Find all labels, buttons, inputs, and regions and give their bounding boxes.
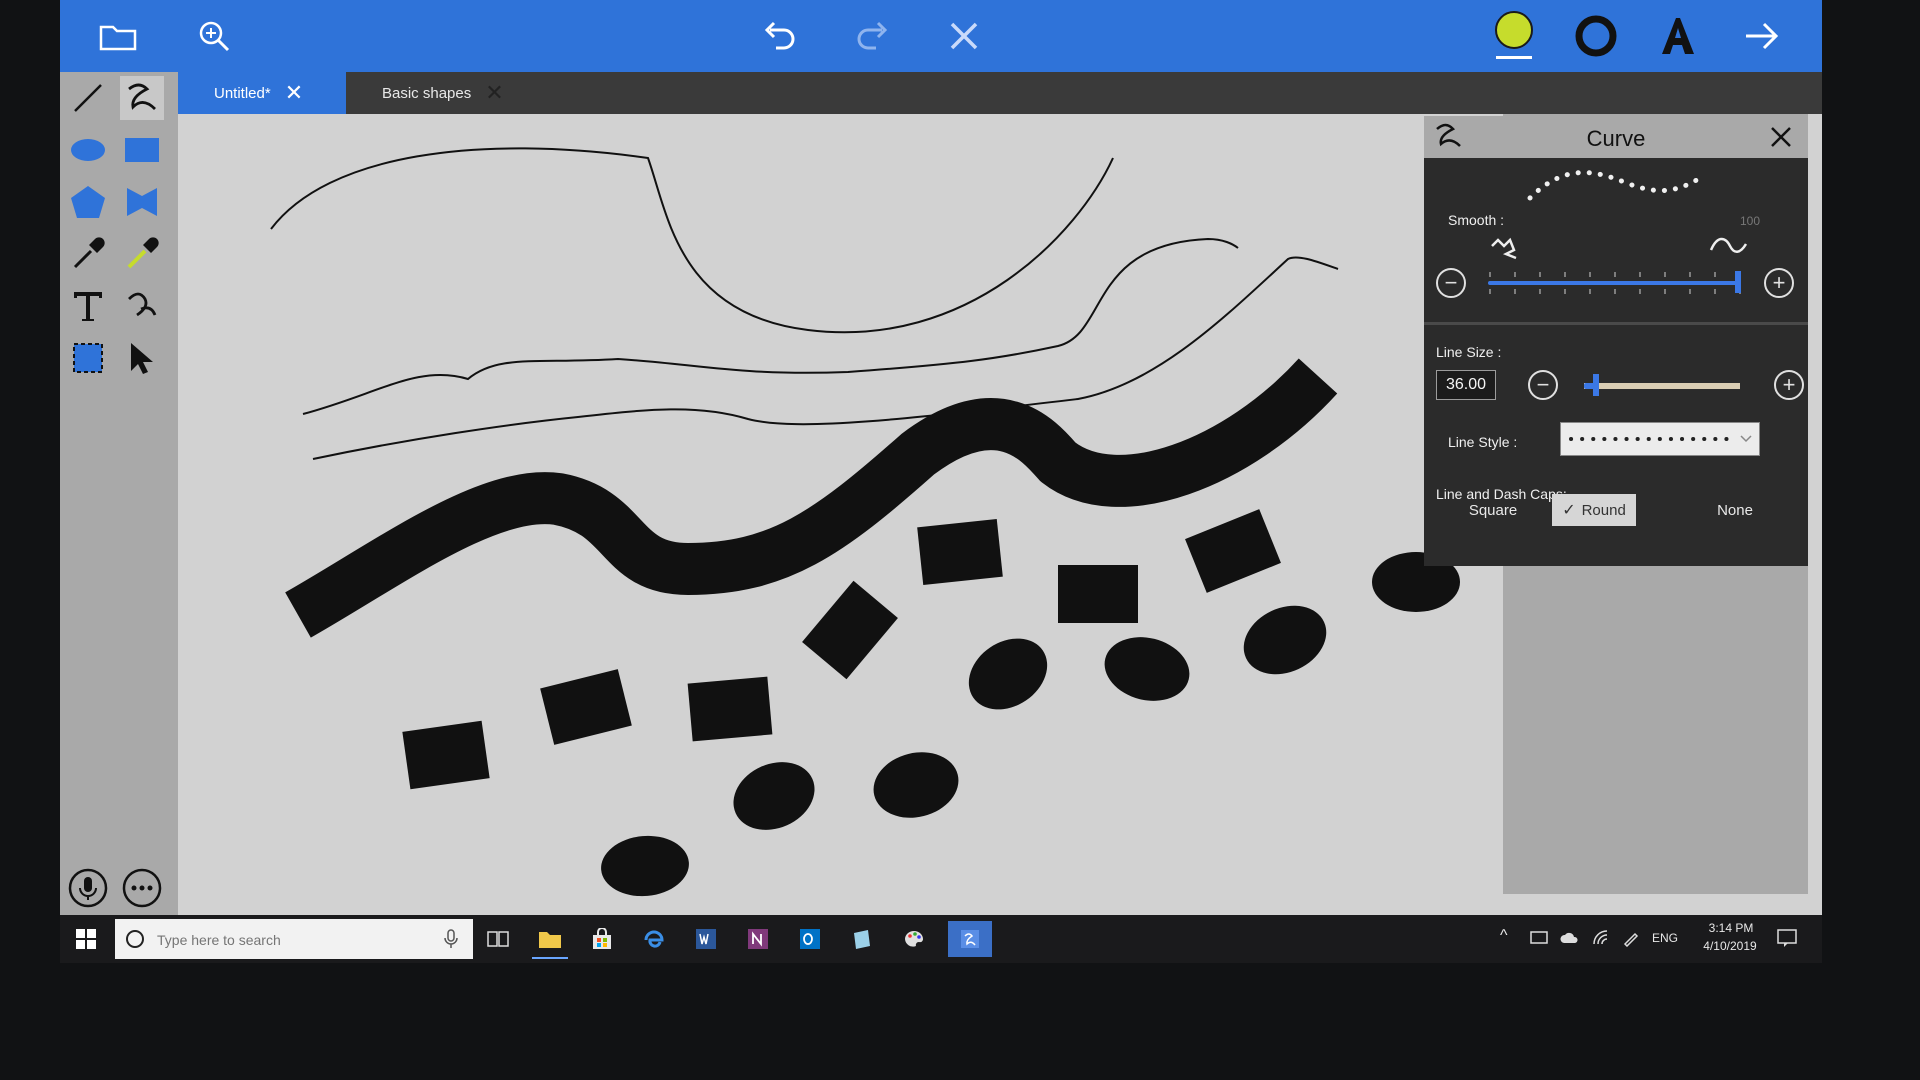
freehand-tool-icon[interactable] bbox=[120, 284, 164, 328]
wifi-icon[interactable] bbox=[1592, 929, 1610, 947]
thin-stroke bbox=[302, 237, 1239, 415]
pointer-icon[interactable] bbox=[120, 336, 164, 380]
task-view-icon[interactable] bbox=[480, 921, 516, 957]
windows-taskbar: ^ ENG 3:14 PM 4/10/2019 bbox=[60, 915, 1822, 963]
notepad-icon[interactable] bbox=[844, 921, 880, 957]
smooth-label: Smooth : bbox=[1448, 212, 1505, 228]
smooth-slider-fill bbox=[1488, 281, 1738, 285]
curve-tool-icon[interactable] bbox=[120, 76, 164, 120]
tray-device-icon[interactable] bbox=[1530, 930, 1548, 946]
taskbar-search[interactable] bbox=[115, 919, 473, 961]
cap-round-option[interactable]: ✓ Round bbox=[1552, 494, 1636, 526]
close-tab-icon[interactable]: ✕ bbox=[485, 82, 503, 104]
clock-time[interactable]: 3:14 PM bbox=[1696, 921, 1766, 935]
more-options-icon[interactable] bbox=[120, 866, 164, 910]
tab-basic-shapes[interactable]: Basic shapes ✕ bbox=[346, 72, 536, 114]
rectangle-tool-icon[interactable] bbox=[120, 128, 164, 172]
rough-curve-icon bbox=[1491, 237, 1517, 260]
tab-label: Untitled* bbox=[214, 84, 271, 102]
panel-header: Curve bbox=[1424, 116, 1808, 158]
cap-square-option[interactable]: Square bbox=[1448, 494, 1538, 526]
check-icon: ✓ bbox=[1562, 502, 1576, 519]
zoom-icon[interactable] bbox=[190, 12, 238, 60]
outlook-icon[interactable] bbox=[792, 921, 828, 957]
panel-title: Curve bbox=[1586, 126, 1646, 151]
onenote-icon[interactable] bbox=[740, 921, 776, 957]
close-panel-icon[interactable] bbox=[1768, 124, 1794, 150]
dotted-line-preview bbox=[1569, 435, 1752, 443]
panel-divider bbox=[1424, 322, 1808, 325]
line-size-field[interactable] bbox=[1436, 370, 1496, 400]
freeform-shape-tool-icon[interactable] bbox=[120, 180, 164, 224]
dotted-curve-preview bbox=[1527, 170, 1703, 201]
redo-icon[interactable] bbox=[848, 12, 896, 60]
document-tabs: Untitled* ✕ Basic shapes ✕ bbox=[178, 72, 1822, 114]
folder-icon[interactable] bbox=[94, 12, 142, 60]
chevron-down-icon bbox=[1740, 435, 1752, 443]
smooth-slider[interactable] bbox=[1488, 270, 1742, 296]
color-dropper-icon[interactable] bbox=[120, 232, 164, 276]
language-indicator[interactable]: ENG bbox=[1652, 931, 1678, 945]
undo-icon[interactable] bbox=[756, 12, 804, 60]
file-explorer-icon[interactable] bbox=[532, 921, 568, 959]
smooth-decrease-button[interactable]: − bbox=[1436, 268, 1466, 298]
clock-date[interactable]: 4/10/2019 bbox=[1690, 939, 1770, 953]
thin-stroke bbox=[270, 147, 1114, 334]
line-style-label: Line Style : bbox=[1448, 434, 1518, 450]
pen-icon[interactable] bbox=[1622, 929, 1640, 947]
top-toolbar bbox=[60, 0, 1822, 72]
tool-rail bbox=[60, 72, 178, 925]
ellipse-tool-icon[interactable] bbox=[66, 128, 110, 172]
search-mic-icon[interactable] bbox=[443, 929, 459, 949]
search-input[interactable] bbox=[155, 919, 439, 961]
tray-chevron-icon[interactable]: ^ bbox=[1500, 927, 1508, 945]
smooth-slider-thumb[interactable] bbox=[1735, 271, 1741, 293]
smooth-curve-icon bbox=[1709, 237, 1748, 253]
line-size-decrease-button[interactable]: − bbox=[1528, 370, 1558, 400]
onedrive-icon[interactable] bbox=[1560, 930, 1580, 946]
polygon-tool-icon[interactable] bbox=[66, 180, 110, 224]
tab-label: Basic shapes bbox=[382, 84, 472, 102]
select-region-icon[interactable] bbox=[66, 336, 110, 380]
cortana-icon bbox=[126, 930, 144, 948]
word-icon[interactable] bbox=[688, 921, 724, 957]
line-style-dropdown[interactable] bbox=[1560, 422, 1760, 456]
stroke-ring-icon[interactable] bbox=[1572, 12, 1620, 60]
smooth-increase-button[interactable]: + bbox=[1764, 268, 1794, 298]
notifications-icon[interactable] bbox=[1776, 928, 1798, 948]
close-tab-icon[interactable]: ✕ bbox=[285, 82, 303, 104]
microphone-icon[interactable] bbox=[66, 866, 110, 910]
tab-untitled[interactable]: Untitled* ✕ bbox=[178, 72, 346, 114]
thin-stroke bbox=[312, 256, 1339, 460]
store-icon[interactable] bbox=[584, 921, 620, 957]
line-size-track bbox=[1584, 383, 1740, 389]
color-swatch-icon[interactable] bbox=[1490, 11, 1538, 60]
next-arrow-icon[interactable] bbox=[1738, 12, 1786, 60]
line-size-slider[interactable] bbox=[1584, 372, 1740, 398]
text-format-icon[interactable] bbox=[1654, 12, 1702, 60]
sketch-app-icon[interactable] bbox=[948, 921, 992, 957]
line-size-label: Line Size : bbox=[1436, 344, 1502, 360]
cap-none-option[interactable]: None bbox=[1690, 494, 1780, 526]
text-tool-icon[interactable] bbox=[66, 284, 110, 328]
cap-round-label: Round bbox=[1581, 501, 1626, 519]
line-tool-icon[interactable] bbox=[66, 76, 110, 120]
thick-stroke bbox=[285, 358, 1338, 638]
line-size-increase-button[interactable]: + bbox=[1774, 370, 1804, 400]
curve-properties-panel: Curve Smooth : 100 − + Line Size : − + L… bbox=[1424, 116, 1808, 566]
smooth-max-label: 100 bbox=[1740, 214, 1761, 228]
line-size-slider-thumb[interactable] bbox=[1593, 374, 1600, 396]
eyedropper-icon[interactable] bbox=[66, 232, 110, 276]
windows-start-icon[interactable] bbox=[76, 929, 96, 949]
app-window: Untitled* ✕ Basic shapes ✕ Curve Smooth … bbox=[60, 0, 1822, 963]
delete-icon[interactable] bbox=[940, 12, 988, 60]
edge-icon[interactable] bbox=[636, 921, 672, 957]
paint-icon[interactable] bbox=[896, 921, 932, 957]
